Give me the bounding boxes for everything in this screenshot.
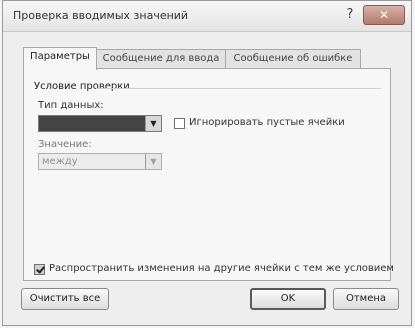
tab-parameters[interactable]: Параметры xyxy=(23,47,97,70)
close-button[interactable]: ✕ xyxy=(363,5,405,25)
validation-criteria-label: Условие проверки xyxy=(34,81,130,92)
tab-strip: Параметры Сообщение для ввода Сообщение … xyxy=(23,47,393,70)
value-label: Значение: xyxy=(38,139,92,150)
data-type-value xyxy=(39,116,145,131)
data-validation-dialog: Проверка вводимых значений ? ✕ Параметры… xyxy=(2,0,412,326)
tab-error-alert[interactable]: Сообщение об ошибке xyxy=(225,49,361,68)
chevron-down-icon[interactable]: ▼ xyxy=(145,154,161,169)
clear-all-button[interactable]: Очистить все xyxy=(21,288,109,310)
title-bar[interactable]: Проверка вводимых значений ? ✕ xyxy=(3,1,411,32)
ok-button[interactable]: OK xyxy=(250,288,326,310)
data-type-select[interactable]: ▼ xyxy=(38,115,162,132)
tab-input-message[interactable]: Сообщение для ввода xyxy=(96,49,226,68)
chevron-down-icon[interactable]: ▼ xyxy=(145,116,161,131)
ignore-blank-checkbox[interactable] xyxy=(174,118,185,129)
apply-all-label[interactable]: Распространить изменения на другие ячейк… xyxy=(49,263,394,274)
value-select[interactable]: между ▼ xyxy=(38,153,162,170)
data-type-label: Тип данных: xyxy=(38,100,104,111)
apply-all-checkbox[interactable] xyxy=(34,264,45,275)
parameters-panel: Условие проверки Тип данных: ▼ Игнориров… xyxy=(23,68,394,281)
group-divider xyxy=(96,88,381,89)
ignore-blank-label[interactable]: Игнорировать пустые ячейки xyxy=(189,117,345,128)
value-select-value: между xyxy=(42,156,78,167)
dialog-title: Проверка вводимых значений xyxy=(13,9,189,22)
cancel-button[interactable]: Отмена xyxy=(333,288,399,310)
help-button[interactable]: ? xyxy=(341,6,359,24)
